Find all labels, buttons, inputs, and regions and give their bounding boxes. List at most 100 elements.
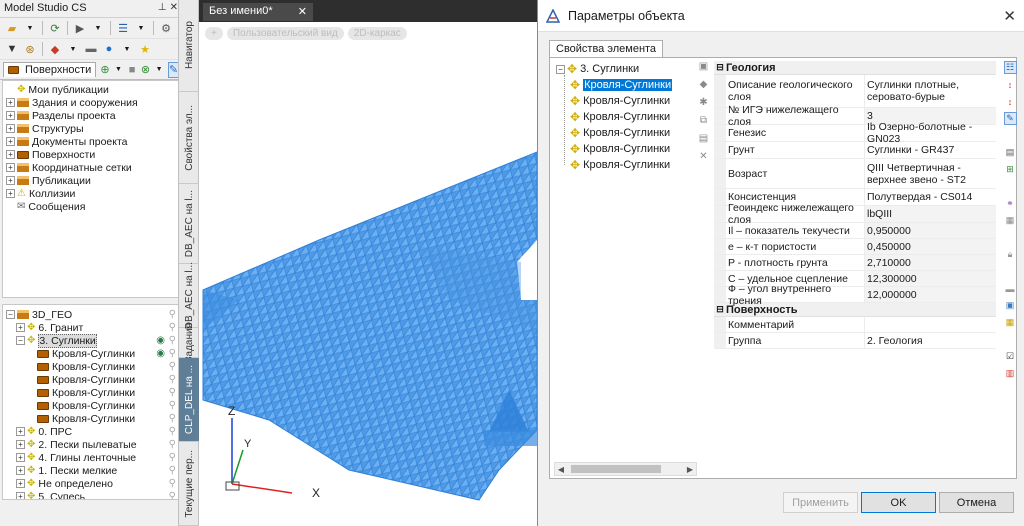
dropdown-arrow-icon[interactable]: ▼ xyxy=(133,20,149,36)
layer-tree-item[interactable]: + ✥ 4. Глины ленточные ⚲ xyxy=(3,451,179,464)
expand-toggle-icon[interactable]: + xyxy=(6,176,15,185)
zoom-icon[interactable]: ⚲ xyxy=(169,491,176,499)
tab-surfaces[interactable]: Поверхности xyxy=(3,62,97,77)
edit-values-icon[interactable]: ✎ xyxy=(1003,112,1017,125)
expand-toggle-icon[interactable]: + xyxy=(6,189,15,198)
scroll-right-icon[interactable]: ▶ xyxy=(684,465,696,474)
3d-viewport[interactable]: Без имени0* ✕ + Пользовательский вид 2D-ка… xyxy=(199,0,537,526)
property-value[interactable]: Полутвердая - CS014 xyxy=(865,189,996,205)
property-row[interactable]: Возраст QIII Четвертичная - верхнее звено… xyxy=(714,159,996,189)
property-value[interactable]: lbQIII xyxy=(865,206,996,222)
expand-toggle-icon[interactable]: − xyxy=(556,64,565,74)
cancel-button[interactable]: Отмена xyxy=(939,492,1014,513)
tree-item[interactable]: ✥ Мои публикации xyxy=(3,83,179,96)
green-circle-icon[interactable]: ⊗ xyxy=(141,62,151,78)
zoom-icon[interactable]: ⚲ xyxy=(169,400,176,411)
export-icon[interactable]: ▦ xyxy=(1004,214,1017,227)
expand-toggle-icon[interactable]: + xyxy=(16,492,25,499)
element-tree-item[interactable]: ✥ Кровля-Суглинки xyxy=(554,109,697,125)
property-value[interactable]: 12,000000 xyxy=(865,287,996,302)
layer-tree-item[interactable]: + ✥ 2. Пески пылеватые ⚲ xyxy=(3,438,179,451)
zoom-icon[interactable]: ⚲ xyxy=(169,413,176,424)
layer-tree-item[interactable]: Кровля-Суглинки ⚲ xyxy=(3,360,179,373)
zoom-icon[interactable]: ⚲ xyxy=(169,361,176,372)
tree-item[interactable]: + Разделы проекта xyxy=(3,109,179,122)
tree-item[interactable]: + Структуры xyxy=(3,122,179,135)
property-row[interactable]: Комментарий xyxy=(714,317,996,333)
toggle-icon[interactable]: ▬ xyxy=(83,41,99,57)
zoom-icon[interactable]: ⚲ xyxy=(169,452,176,463)
image-icon[interactable]: ▣ xyxy=(1004,299,1017,312)
sort-az-icon[interactable]: ↕ xyxy=(1004,78,1017,91)
expand-toggle-icon[interactable]: − xyxy=(6,310,15,319)
link-icon[interactable]: ⚭ xyxy=(1004,197,1017,210)
property-row[interactable]: Ф – угол внутреннего трения 12,000000 xyxy=(714,283,996,307)
tree-item[interactable]: + Поверхности xyxy=(3,148,179,161)
dropdown-arrow-icon[interactable]: ▼ xyxy=(65,41,81,57)
settings-icon[interactable]: ⚙ xyxy=(158,20,174,36)
property-value[interactable]: Ib Озерно-болотные - GN023 xyxy=(865,121,996,145)
element-tree-item[interactable]: ✥ Кровля-Суглинки xyxy=(554,93,697,109)
expand-toggle-icon[interactable]: + xyxy=(16,453,25,462)
close-icon[interactable]: ✕ xyxy=(1003,7,1016,25)
element-tree-item[interactable]: − ✥ 3. Суглинки xyxy=(554,61,697,77)
expand-toggle-icon[interactable]: + xyxy=(6,163,15,172)
layer-tree-item[interactable]: Кровля-Суглинки ◉ ⚲ xyxy=(3,347,179,360)
delete-icon[interactable]: ✕ xyxy=(699,151,707,165)
element-tree-item[interactable]: ✥ Кровля-Суглинки xyxy=(554,77,697,93)
expand-toggle-icon[interactable]: + xyxy=(16,466,25,475)
vertical-tab[interactable]: Навигатор xyxy=(179,0,200,92)
filter-icon[interactable]: ▼ xyxy=(4,41,20,57)
categorized-view-icon[interactable]: ☷ xyxy=(1003,61,1017,74)
refresh-icon[interactable]: ⟳ xyxy=(47,20,63,36)
property-row[interactable]: Грунт Суглинки - GR437 xyxy=(714,142,996,159)
check-circle-icon[interactable]: ● xyxy=(101,41,117,57)
expand-toggle-icon[interactable]: − xyxy=(16,336,25,345)
layer-tree-item[interactable]: Кровля-Суглинки ⚲ xyxy=(3,412,179,425)
scroll-thumb[interactable] xyxy=(571,465,661,473)
folder-icon[interactable]: ■ xyxy=(127,62,137,78)
expand-toggle-icon[interactable]: + xyxy=(6,98,15,107)
lock-icon[interactable]: 🔒︎ xyxy=(1004,248,1017,261)
pin-icon[interactable]: ⊥ xyxy=(158,2,167,15)
vertical-tab[interactable]: Свойства эл... xyxy=(179,92,200,184)
tree-item[interactable]: + Здания и сооружения xyxy=(3,96,179,109)
expand-toggle-icon[interactable]: + xyxy=(6,150,15,159)
property-value[interactable]: Суглинки - GR437 xyxy=(865,142,996,158)
copy-icon[interactable]: ⧉ xyxy=(700,115,707,129)
property-value[interactable]: 0,950000 xyxy=(865,223,996,238)
layer-tree-item[interactable]: + ✥ Не определено ⚲ xyxy=(3,477,179,490)
report-icon[interactable]: ▥ xyxy=(1004,367,1017,380)
visibility-eye-icon[interactable]: ◉ xyxy=(156,335,165,346)
vertical-tab[interactable]: Текущие пер... xyxy=(179,442,200,526)
save-icon[interactable]: ▬ xyxy=(1004,282,1017,295)
expand-toggle-icon[interactable]: + xyxy=(16,323,25,332)
layer-tree-item[interactable]: Кровля-Суглинки ⚲ xyxy=(3,399,179,412)
property-value[interactable]: 12,300000 xyxy=(865,271,996,286)
layer-tree-item[interactable]: Кровля-Суглинки ⚲ xyxy=(3,386,179,399)
horizontal-scrollbar[interactable]: ◀ ▶ xyxy=(554,462,697,476)
dropdown-arrow-icon[interactable]: ▼ xyxy=(154,62,164,78)
vertical-tab[interactable]: CLP_DEL на ... xyxy=(179,358,200,442)
property-group-header[interactable]: ⊟ Геология xyxy=(714,61,996,75)
tree-item[interactable]: + Координатные сетки xyxy=(3,161,179,174)
sort-za-icon[interactable]: ↕ xyxy=(1004,95,1017,108)
select-icon[interactable]: ▣ xyxy=(699,61,708,75)
expand-toggle-icon[interactable]: + xyxy=(6,137,15,146)
layer-tree-item[interactable]: + ✥ 6. Гранит ⚲ xyxy=(3,321,179,334)
dropdown-arrow-icon[interactable]: ▼ xyxy=(22,20,38,36)
property-row[interactable]: P - плотность грунта 2,710000 xyxy=(714,255,996,271)
collapse-group-icon[interactable]: ⊟ xyxy=(714,62,726,73)
expand-toggle-icon[interactable]: + xyxy=(6,111,15,120)
property-value[interactable]: QIII Четвертичная - верхнее звено - ST2 xyxy=(865,159,996,188)
zoom-icon[interactable]: ⚲ xyxy=(169,387,176,398)
add-property-icon[interactable]: ⊞ xyxy=(1004,163,1017,176)
scroll-left-icon[interactable]: ◀ xyxy=(555,465,567,474)
property-value[interactable]: Суглинки плотные, серовато-бурые xyxy=(865,75,996,107)
zoom-icon[interactable]: ⚲ xyxy=(169,348,176,359)
zoom-icon[interactable]: ⚲ xyxy=(169,335,176,346)
layer-tree-item[interactable]: Кровля-Суглинки ⚲ xyxy=(3,373,179,386)
property-row[interactable]: e – к-т пористости 0,450000 xyxy=(714,239,996,255)
property-value[interactable]: 2,710000 xyxy=(865,255,996,270)
bug-icon[interactable]: ✱ xyxy=(699,97,707,111)
